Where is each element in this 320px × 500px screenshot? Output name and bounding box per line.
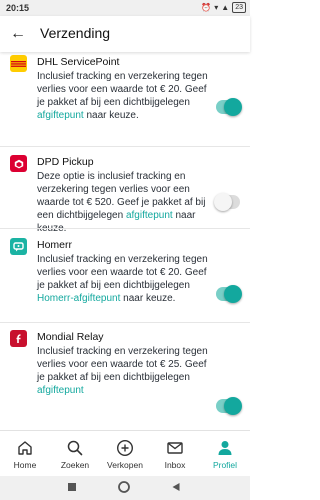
divider (0, 146, 250, 147)
back-button-icon[interactable] (171, 482, 181, 492)
nav-item-inbox[interactable]: Inbox (150, 431, 200, 476)
description-text: Inclusief tracking en verzekering tegen … (37, 346, 208, 383)
nav-item-profiel[interactable]: Profiel (200, 431, 250, 476)
alarm-icon: ⏰ (201, 3, 212, 12)
homerr-logo-icon (10, 238, 27, 255)
divider (0, 228, 250, 229)
homerr-dropoff-link[interactable]: Homerr-afgiftepunt (37, 293, 120, 304)
option-description: Inclusief tracking en verzekering tegen … (37, 253, 209, 305)
status-icons: ⏰ ▾ ▲ 23 (201, 2, 246, 13)
toggle-knob (224, 98, 242, 116)
home-button-icon[interactable] (118, 481, 130, 493)
nav-label: Home (13, 460, 37, 470)
divider (0, 322, 250, 323)
bottom-navigation: Home Zoeken Verkopen Inbox Profiel (0, 430, 250, 476)
battery-icon: 23 (232, 2, 246, 13)
nav-item-verkopen[interactable]: Verkopen (100, 431, 150, 476)
option-description: Deze optie is inclusief tracking en verz… (37, 170, 209, 235)
recents-icon[interactable] (67, 482, 77, 492)
option-title: Homerr (37, 239, 73, 251)
nav-label: Inbox (164, 460, 186, 470)
wifi-icon: ▾ (214, 3, 219, 12)
dropoff-link[interactable]: afgiftepunt (37, 110, 84, 121)
option-title: DHL ServicePoint (37, 56, 120, 68)
toggle-knob (224, 285, 242, 303)
nav-label: Verkopen (107, 460, 143, 470)
nav-item-home[interactable]: Home (0, 431, 50, 476)
status-bar: 20:15 ⏰ ▾ ▲ 23 (0, 0, 250, 16)
page-title: Verzending (40, 25, 111, 41)
status-time: 20:15 (6, 3, 30, 13)
option-title: Mondial Relay (37, 331, 104, 343)
option-description: Inclusief tracking en verzekering tegen … (37, 70, 209, 122)
shipping-options-list[interactable]: DHL ServicePoint Inclusief tracking en v… (0, 52, 250, 430)
dhl-logo-icon (10, 55, 27, 72)
dhl-toggle[interactable] (216, 98, 242, 116)
home-icon (18, 441, 32, 455)
nav-label: Zoeken (60, 460, 90, 470)
description-text-end: naar keuze. (83, 110, 139, 121)
mondial-relay-toggle[interactable] (216, 397, 242, 415)
dropoff-link[interactable]: afgiftepunt (126, 210, 173, 221)
app-bar: ← Verzending (0, 16, 250, 52)
search-icon (67, 440, 83, 456)
toggle-knob (214, 193, 232, 211)
back-arrow-icon[interactable]: ← (8, 24, 28, 44)
nav-item-zoeken[interactable]: Zoeken (50, 431, 100, 476)
profile-icon (218, 441, 232, 455)
option-title: DPD Pickup (37, 156, 94, 168)
toggle-knob (224, 397, 242, 415)
description-text-end: naar keuze. (120, 293, 176, 304)
description-text: Inclusief tracking en verzekering tegen … (37, 254, 208, 291)
description-text: Inclusief tracking en verzekering tegen … (37, 71, 208, 108)
nav-label: Profiel (212, 460, 238, 470)
option-description: Inclusief tracking en verzekering tegen … (37, 345, 209, 397)
system-navigation-bar (0, 476, 250, 500)
mail-icon (167, 442, 183, 454)
dpd-logo-icon (10, 155, 27, 172)
homerr-toggle[interactable] (216, 285, 242, 303)
dropoff-link[interactable]: afgiftepunt (37, 385, 84, 396)
signal-icon: ▲ (221, 3, 230, 12)
mondial-relay-logo-icon (10, 330, 27, 347)
plus-circle-icon (116, 439, 134, 457)
dpd-toggle[interactable] (214, 193, 240, 211)
